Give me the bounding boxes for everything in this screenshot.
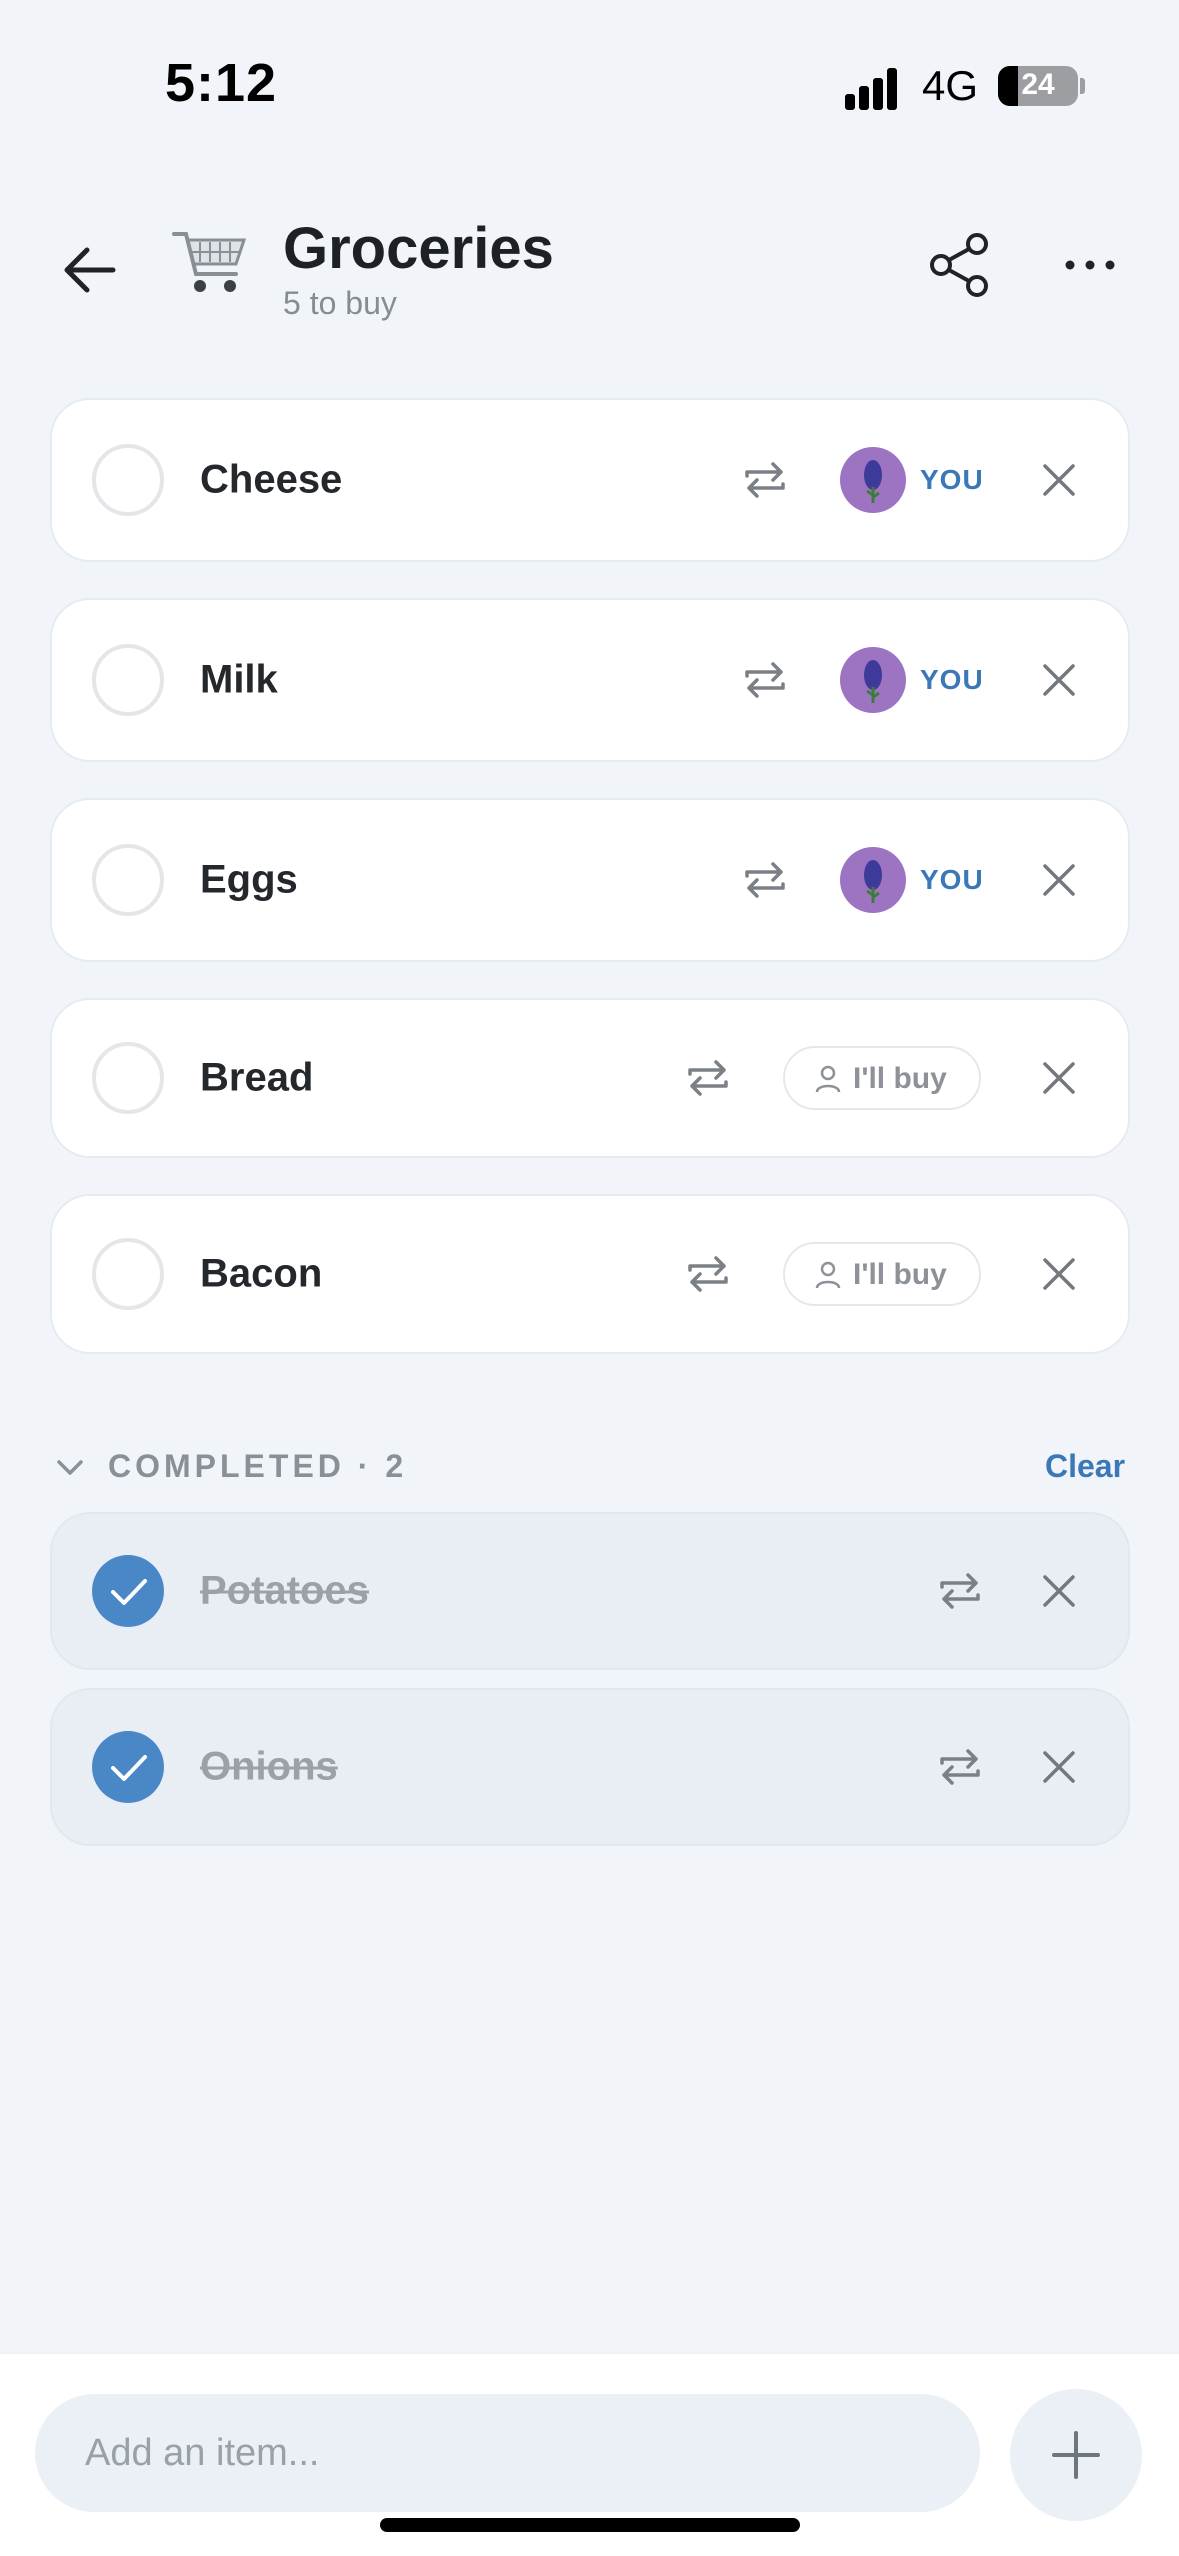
signal-icon xyxy=(845,66,905,110)
chevron-down-icon[interactable] xyxy=(55,1452,85,1482)
items-to-buy-count: 5 to buy xyxy=(283,285,397,321)
delete-item-icon[interactable] xyxy=(1037,858,1081,902)
completed-section-header[interactable]: COMPLETED · 2 Clear xyxy=(0,1440,1179,1500)
ill-buy-label: I'll buy xyxy=(853,1258,947,1291)
battery-tip xyxy=(1080,78,1085,94)
list-item: Eggs YOU xyxy=(50,798,1130,962)
item-name: Onions xyxy=(200,1744,338,1789)
assignee-label: YOU xyxy=(920,464,984,495)
person-icon xyxy=(815,1261,841,1289)
battery-level: 24 xyxy=(1021,68,1055,101)
delete-item-icon[interactable] xyxy=(1037,1056,1081,1100)
repeat-icon[interactable] xyxy=(739,854,791,906)
repeat-icon[interactable] xyxy=(934,1565,986,1617)
avatar xyxy=(840,647,906,713)
home-indicator xyxy=(380,2518,800,2532)
completed-label: COMPLETED · 2 xyxy=(108,1448,408,1484)
item-checkbox[interactable] xyxy=(92,844,164,916)
more-options-icon[interactable] xyxy=(1060,230,1120,300)
clear-completed-button[interactable]: Clear xyxy=(1045,1448,1125,1485)
delete-item-icon[interactable] xyxy=(1037,658,1081,702)
plus-icon xyxy=(1052,2431,1100,2479)
person-icon xyxy=(815,1065,841,1093)
add-item-input[interactable] xyxy=(35,2394,980,2512)
page-title: Groceries xyxy=(283,216,554,281)
delete-item-icon[interactable] xyxy=(1037,458,1081,502)
item-name: Bacon xyxy=(200,1251,323,1296)
avatar xyxy=(840,447,906,513)
shopping-cart-icon xyxy=(172,232,247,292)
list-item: Cheese YOU xyxy=(50,398,1130,562)
item-name: Potatoes xyxy=(200,1568,369,1613)
item-checkbox[interactable] xyxy=(92,1042,164,1114)
repeat-icon[interactable] xyxy=(682,1052,734,1104)
list-item: Bacon I'll buy xyxy=(50,1194,1130,1354)
ill-buy-button[interactable]: I'll buy xyxy=(783,1046,981,1110)
item-checkbox-checked[interactable] xyxy=(92,1555,164,1627)
item-checkbox-checked[interactable] xyxy=(92,1731,164,1803)
share-icon[interactable] xyxy=(925,230,995,300)
item-checkbox[interactable] xyxy=(92,644,164,716)
battery-icon: 24 xyxy=(998,66,1078,106)
network-label: 4G xyxy=(922,62,979,109)
status-bar: 5:12 4G 24 xyxy=(0,0,1179,150)
list-header: Groceries 5 to buy xyxy=(0,195,1179,345)
completed-item: Onions xyxy=(50,1688,1130,1846)
item-name: Milk xyxy=(200,657,278,702)
list-item: Milk YOU xyxy=(50,598,1130,762)
status-time: 5:12 xyxy=(165,53,278,113)
assignee-label: YOU xyxy=(920,664,984,695)
ill-buy-label: I'll buy xyxy=(853,1062,947,1095)
assignee-label: YOU xyxy=(920,864,984,895)
avatar xyxy=(840,847,906,913)
repeat-icon[interactable] xyxy=(682,1248,734,1300)
checkmark-icon xyxy=(111,1579,147,1605)
delete-item-icon[interactable] xyxy=(1037,1252,1081,1296)
item-name: Bread xyxy=(200,1055,314,1100)
item-name: Cheese xyxy=(200,457,343,502)
list-item: Bread I'll buy xyxy=(50,998,1130,1158)
repeat-icon[interactable] xyxy=(739,654,791,706)
repeat-icon[interactable] xyxy=(739,454,791,506)
delete-item-icon[interactable] xyxy=(1037,1745,1081,1789)
completed-item: Potatoes xyxy=(50,1512,1130,1670)
item-checkbox[interactable] xyxy=(92,444,164,516)
delete-item-icon[interactable] xyxy=(1037,1569,1081,1613)
item-checkbox[interactable] xyxy=(92,1238,164,1310)
ill-buy-button[interactable]: I'll buy xyxy=(783,1242,981,1306)
add-item-button[interactable] xyxy=(1010,2389,1142,2521)
checkmark-icon xyxy=(111,1755,147,1781)
repeat-icon[interactable] xyxy=(934,1741,986,1793)
item-name: Eggs xyxy=(200,857,298,902)
back-arrow-icon[interactable] xyxy=(55,235,125,305)
